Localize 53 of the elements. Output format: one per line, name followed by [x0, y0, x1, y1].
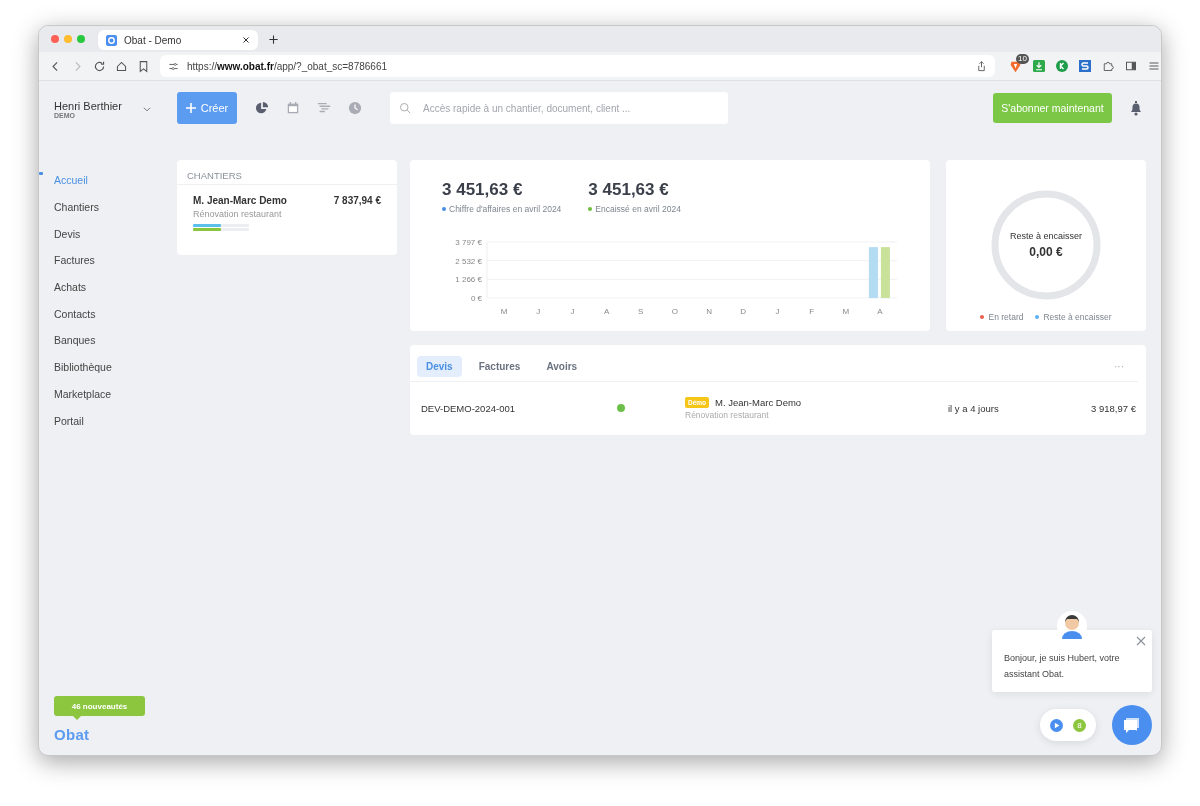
project-name: Rénovation restaurant [193, 209, 283, 219]
browser-tab[interactable]: Obat - Demo [98, 30, 258, 50]
document-amount: 3 918,97 € [1090, 402, 1136, 414]
donut-value: 0,00 € [1029, 245, 1063, 259]
axis-label: S [638, 307, 644, 316]
kpi-label: Encaissé en avril 2024 [595, 204, 681, 214]
sidebar-item[interactable]: Achats [39, 273, 177, 301]
sidebar-item[interactable]: Chantiers [39, 193, 177, 221]
chat-message: Bonjour, je suis Hubert, votre assistant Obat. [1004, 652, 1121, 681]
notification-count: 8 [1073, 718, 1086, 732]
tab[interactable]: Factures [469, 356, 530, 377]
project-amount: 7 837,94 € [333, 195, 381, 206]
axis-label: F [809, 307, 815, 316]
project-name: Rénovation restaurant [685, 409, 770, 420]
sidebar-item[interactable]: Devis [39, 220, 177, 248]
axis-label: 0 € [470, 294, 482, 303]
sidebar-item[interactable]: Bibliothèque [39, 353, 177, 381]
axis-label: A [877, 307, 883, 316]
tab[interactable]: Avoirs [537, 356, 587, 377]
logo: Obat [54, 726, 91, 743]
sidebar-item[interactable]: Banques [39, 327, 177, 354]
axis-label: D [740, 307, 747, 316]
kpi-value: 3 451,63 € [588, 180, 670, 200]
kpi-value: 3 451,63 € [442, 180, 524, 200]
search-input[interactable]: Accès rapide à un chantier, document, client ... [421, 101, 719, 115]
card-title: CHANTIERS [187, 170, 242, 181]
sidebar-item[interactable]: Marketplace [39, 380, 177, 408]
axis-label: 2 532 € [455, 256, 482, 266]
axis-label: N [706, 307, 712, 316]
axis-label: 3 797 € [455, 238, 482, 247]
axis-label: M [500, 307, 508, 316]
sidebar-item[interactable]: Portail [39, 407, 177, 434]
extension-badge: 10 [1016, 53, 1029, 64]
axis-label: O [671, 307, 679, 316]
user-name: Henri Berthier [54, 99, 122, 112]
axis-label: J [570, 307, 575, 316]
client-name: M. Jean-Marc Demo [715, 396, 802, 408]
address-bar[interactable]: https://www.obat.fr/app/?_obat_sc=8786661 [160, 55, 995, 77]
client-name[interactable]: M. Jean-Marc Demo [193, 195, 287, 206]
kpi-label: Chiffre d'affaires en avril 2024 [449, 204, 562, 214]
axis-label: J [775, 307, 780, 316]
axis-label: 1 266 € [455, 275, 482, 285]
donut-label: Reste à encaisser [1009, 231, 1082, 241]
axis-label: A [603, 307, 610, 316]
legend-label: Reste à encaisser [1043, 312, 1112, 322]
document-date: il y a 4 jours [948, 402, 1000, 414]
sidebar-item[interactable]: Factures [39, 247, 177, 274]
legend-label: En retard [988, 312, 1024, 322]
axis-label: J [536, 307, 541, 316]
search-field[interactable]: Accès rapide à un chantier, document, client ... [390, 92, 728, 124]
document-number[interactable]: DEV-DEMO-2024-001 [421, 402, 617, 414]
sidebar-item[interactable]: Contacts [39, 300, 177, 328]
axis-label: M [842, 307, 850, 316]
